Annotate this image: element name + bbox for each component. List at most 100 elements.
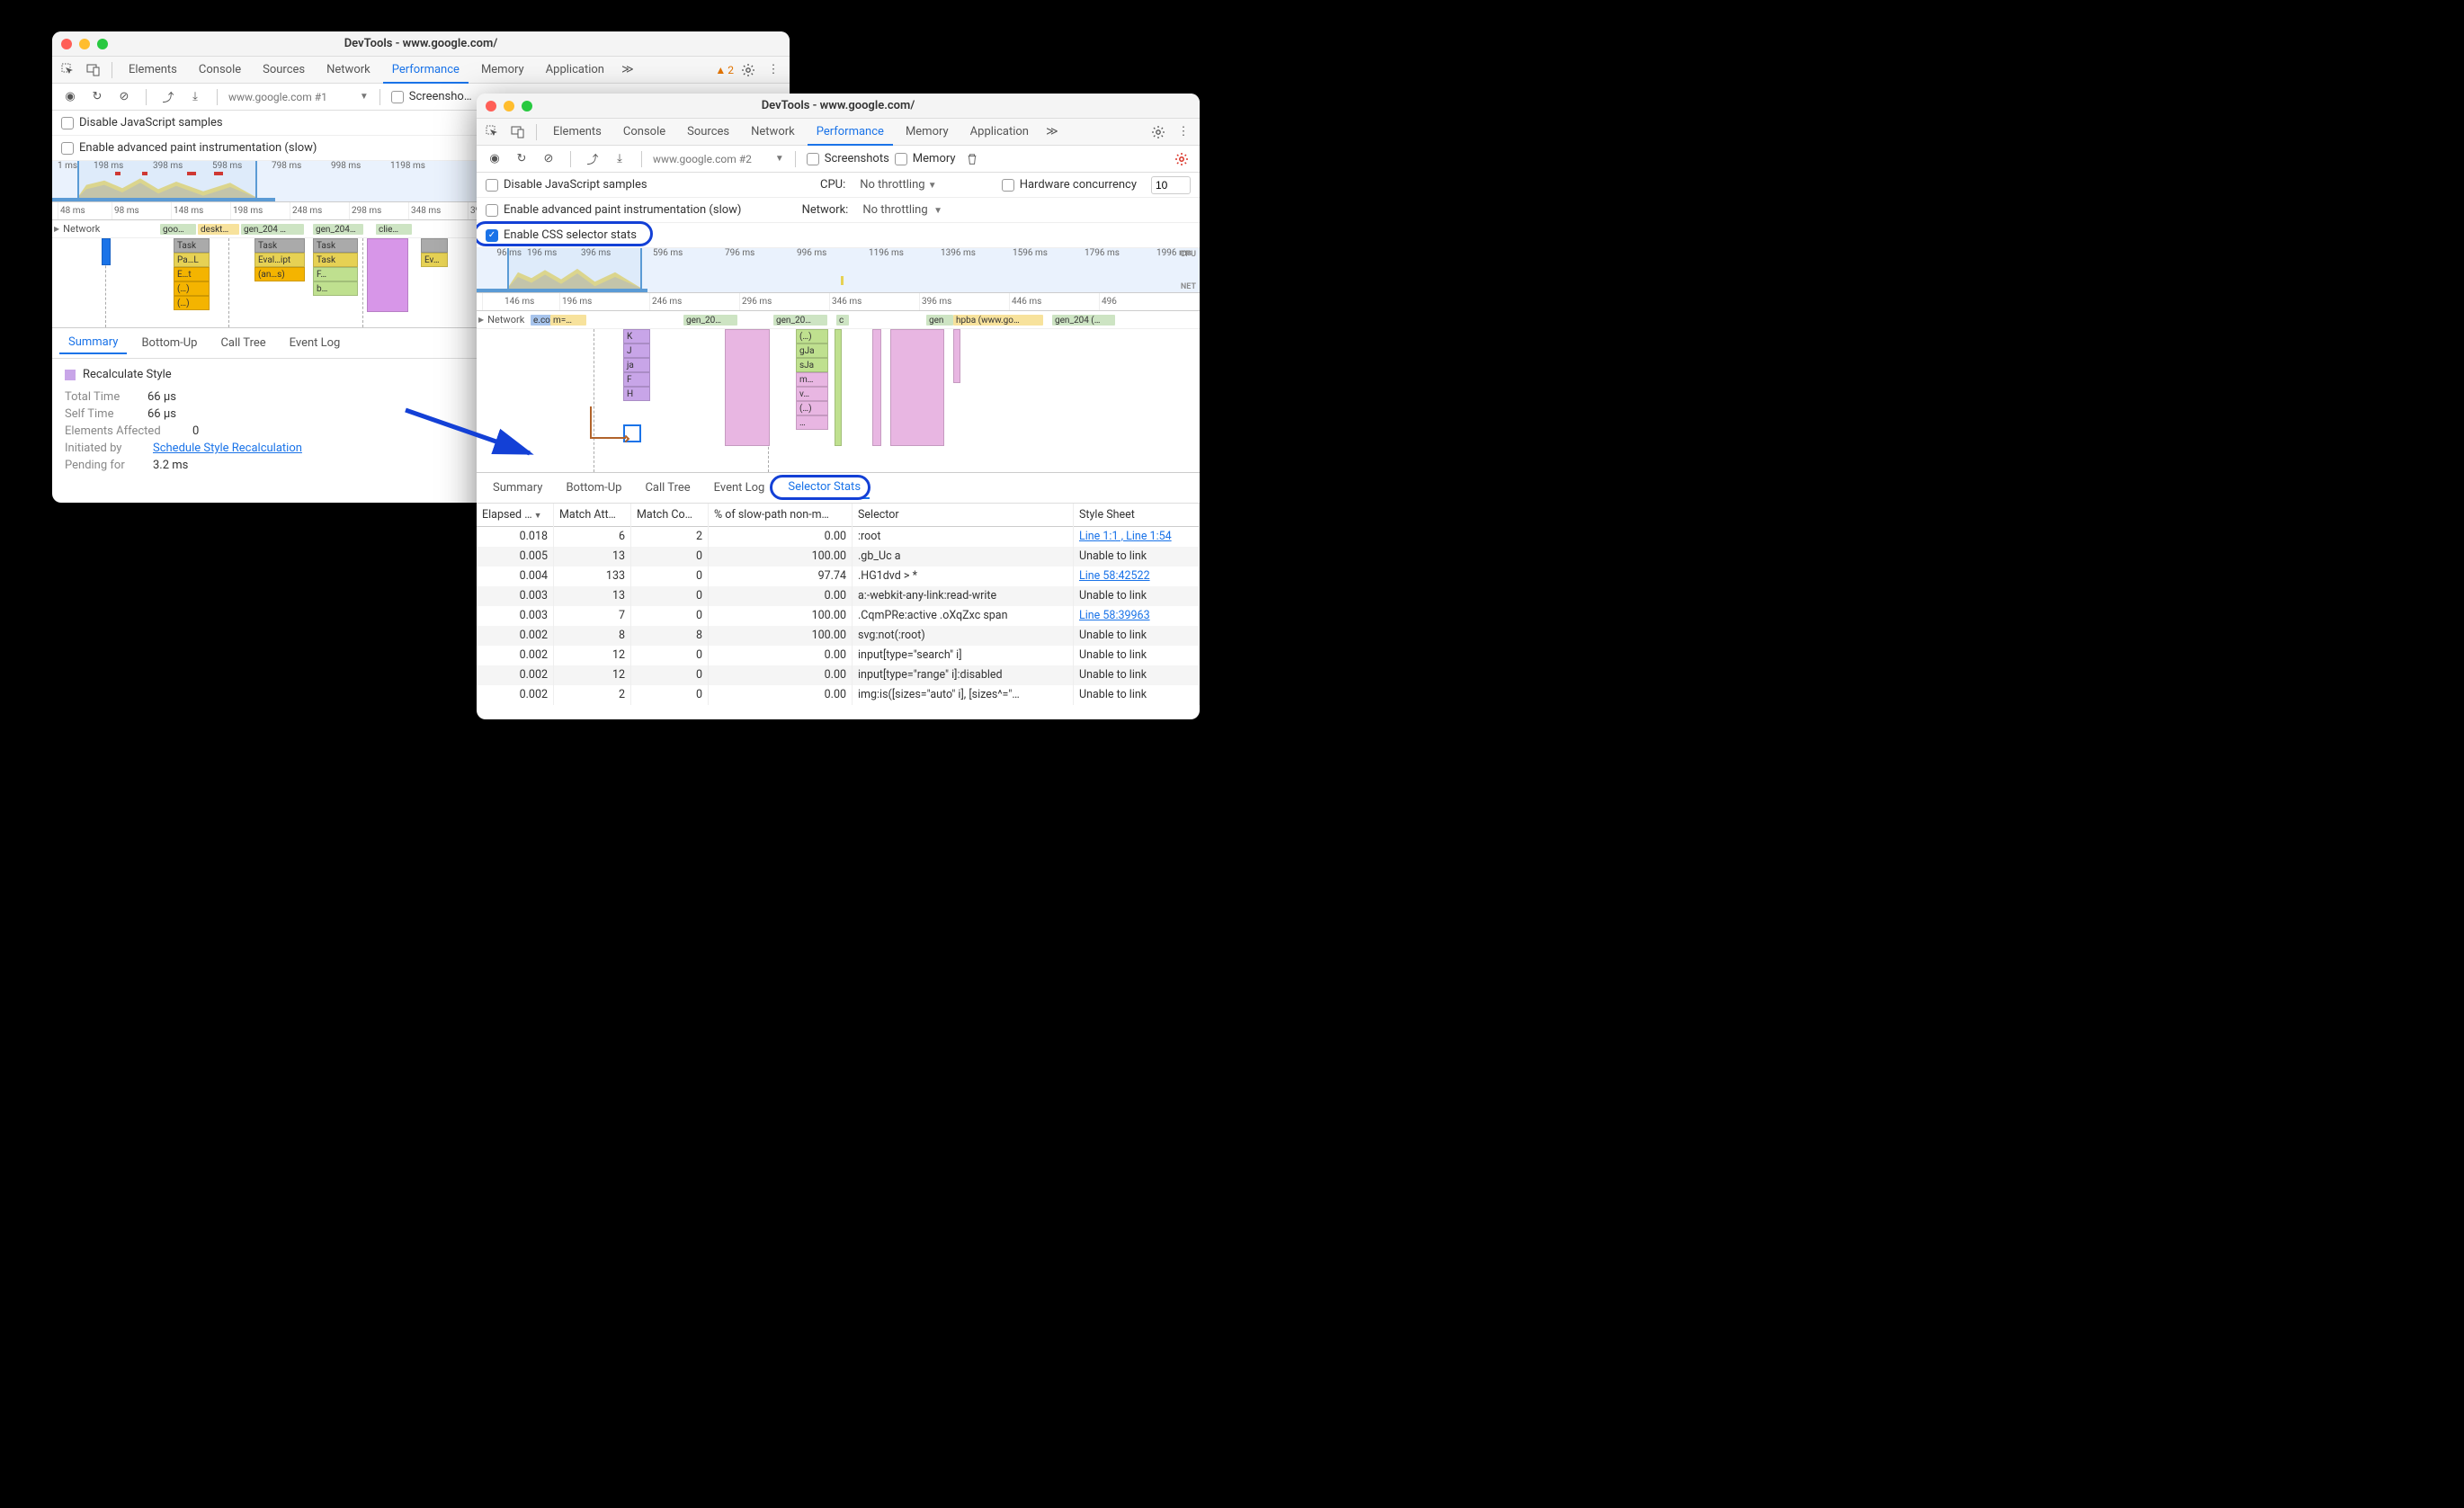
tab-console[interactable]: Console: [190, 57, 250, 84]
flame-segment[interactable]: J: [623, 344, 650, 358]
net-bar[interactable]: gen_20…: [683, 315, 737, 326]
minimize-icon[interactable]: [504, 101, 514, 112]
subtab-bottom-up[interactable]: Bottom-Up: [132, 333, 206, 353]
chevron-down-icon[interactable]: ▼: [775, 154, 784, 164]
flame-segment[interactable]: [872, 329, 881, 446]
col-match-count[interactable]: Match Co…: [631, 504, 709, 527]
flame-segment[interactable]: (an…s): [254, 267, 305, 281]
flame-segment[interactable]: v…: [796, 387, 828, 401]
flame-segment[interactable]: [953, 329, 960, 383]
css-selector-stats-checkbox[interactable]: ✓Enable CSS selector stats: [486, 228, 637, 242]
flame-segment[interactable]: F…: [313, 267, 358, 281]
upload-icon[interactable]: ⤴: [157, 86, 179, 108]
net-bar[interactable]: deskt…: [198, 224, 239, 235]
tab-sources[interactable]: Sources: [678, 119, 738, 146]
device-toggle-icon[interactable]: [83, 59, 104, 81]
table-row[interactable]: 0.005130100.00.gb_Uc aUnable to link: [477, 547, 1200, 567]
flame-segment[interactable]: Task: [174, 238, 210, 253]
cell-stylesheet[interactable]: Line 58:42522: [1074, 567, 1200, 586]
flame-segment[interactable]: ja: [623, 358, 650, 372]
net-bar[interactable]: goo…: [160, 224, 196, 235]
flame-segment[interactable]: (…): [174, 281, 210, 296]
tab-elements[interactable]: Elements: [120, 57, 186, 84]
table-row[interactable]: 0.004133097.74.HG1dvd > *Line 58:42522: [477, 567, 1200, 586]
flame-segment[interactable]: sJa: [796, 358, 828, 372]
timeline-ruler[interactable]: 146 ms 196 ms 246 ms 296 ms 346 ms 396 m…: [477, 293, 1200, 311]
flame-segment[interactable]: [421, 238, 448, 253]
net-bar[interactable]: gen_204…: [313, 224, 363, 235]
flame-segment[interactable]: Eval…ipt: [254, 253, 305, 267]
inspect-icon[interactable]: [482, 121, 504, 143]
net-bar[interactable]: m=…: [550, 315, 586, 326]
net-bar[interactable]: gen: [926, 315, 953, 326]
tab-console[interactable]: Console: [614, 119, 674, 146]
close-icon[interactable]: [486, 101, 496, 112]
flame-segment[interactable]: Task: [313, 253, 358, 267]
cell-stylesheet[interactable]: Line 1:1 , Line 1:54: [1074, 527, 1200, 547]
screenshots-checkbox[interactable]: Screensho…: [391, 90, 472, 103]
record-icon[interactable]: ◉: [59, 86, 81, 108]
tab-sources[interactable]: Sources: [254, 57, 314, 84]
minimap-selection[interactable]: [77, 161, 257, 201]
device-toggle-icon[interactable]: [507, 121, 529, 143]
tab-memory[interactable]: Memory: [472, 57, 533, 84]
upload-icon[interactable]: ⤴: [582, 148, 603, 170]
flame-segment[interactable]: H: [623, 387, 650, 401]
minimap-selection[interactable]: [507, 248, 642, 292]
tab-elements[interactable]: Elements: [544, 119, 611, 146]
network-throttling-select[interactable]: No throttling ▼: [862, 203, 942, 217]
overview-minimap[interactable]: 96 ms 196 ms 396 ms 596 ms 796 ms 996 ms…: [477, 248, 1200, 293]
col-stylesheet[interactable]: Style Sheet: [1074, 504, 1200, 527]
hw-concurrency-input[interactable]: [1151, 176, 1191, 194]
table-row[interactable]: 0.00288100.00svg:not(:root)Unable to lin…: [477, 626, 1200, 646]
flame-segment[interactable]: [367, 238, 408, 312]
kebab-icon[interactable]: ⋮: [763, 59, 784, 81]
subtab-event-log[interactable]: Event Log: [705, 477, 774, 498]
net-bar[interactable]: c: [836, 315, 849, 326]
tab-network[interactable]: Network: [317, 57, 379, 84]
flame-segment[interactable]: [725, 329, 770, 446]
flame-segment[interactable]: E…t: [174, 267, 210, 281]
kebab-icon[interactable]: ⋮: [1173, 121, 1194, 143]
flame-segment[interactable]: Ev…: [421, 253, 448, 267]
network-track[interactable]: ▶ Network e.com m=… gen_20… gen_20… c ge…: [477, 311, 1200, 329]
col-elapsed[interactable]: Elapsed …▼: [477, 504, 554, 527]
memory-checkbox[interactable]: Memory: [895, 152, 956, 165]
maximize-icon[interactable]: [97, 39, 108, 49]
gear-icon[interactable]: [1171, 148, 1192, 170]
adv-paint-checkbox[interactable]: Enable advanced paint instrumentation (s…: [61, 141, 317, 155]
tab-network[interactable]: Network: [742, 119, 804, 146]
subtab-summary[interactable]: Summary: [484, 477, 551, 498]
table-row[interactable]: 0.018620.00:rootLine 1:1 , Line 1:54: [477, 527, 1200, 547]
download-icon[interactable]: ⤓: [609, 148, 630, 170]
flame-segment[interactable]: …: [796, 415, 828, 430]
adv-paint-checkbox[interactable]: Enable advanced paint instrumentation (s…: [486, 203, 741, 217]
tab-performance[interactable]: Performance: [383, 57, 469, 84]
initiated-by-link[interactable]: Schedule Style Recalculation: [153, 442, 302, 455]
flame-chart[interactable]: K J ja F H (…) gJa sJa m… v… (…) …: [477, 329, 1200, 473]
gear-icon[interactable]: [737, 59, 759, 81]
titlebar[interactable]: DevTools - www.google.com/: [477, 94, 1200, 119]
cpu-throttling-select[interactable]: No throttling ▼: [860, 178, 936, 192]
tab-performance[interactable]: Performance: [808, 119, 893, 146]
table-row[interactable]: 0.00370100.00.CqmPRe:active .oXqZxc span…: [477, 606, 1200, 626]
clear-icon[interactable]: ⊘: [538, 148, 559, 170]
table-row[interactable]: 0.0021200.00input[type="range" i]:disabl…: [477, 665, 1200, 685]
net-bar[interactable]: clie…: [376, 224, 412, 235]
subtab-summary[interactable]: Summary: [59, 332, 127, 354]
hw-concurrency-checkbox[interactable]: Hardware concurrency: [1002, 178, 1137, 192]
subtab-call-tree[interactable]: Call Tree: [636, 477, 699, 498]
flame-segment[interactable]: Task: [254, 238, 305, 253]
flame-segment[interactable]: (…): [174, 296, 210, 310]
warning-badge[interactable]: ▲ 2: [715, 64, 734, 76]
net-bar[interactable]: gen_204 (…: [1052, 315, 1115, 326]
more-tabs-icon[interactable]: ≫: [617, 59, 638, 81]
profile-url[interactable]: www.google.com #1: [228, 91, 327, 103]
profile-url[interactable]: www.google.com #2: [653, 153, 752, 165]
cell-stylesheet[interactable]: Line 58:39963: [1074, 606, 1200, 626]
tab-application[interactable]: Application: [537, 57, 613, 84]
trash-icon[interactable]: [961, 148, 983, 170]
col-match-attempts[interactable]: Match Att…: [554, 504, 631, 527]
chevron-right-icon[interactable]: ▶: [54, 225, 59, 233]
disable-js-checkbox[interactable]: Disable JavaScript samples: [486, 178, 647, 192]
